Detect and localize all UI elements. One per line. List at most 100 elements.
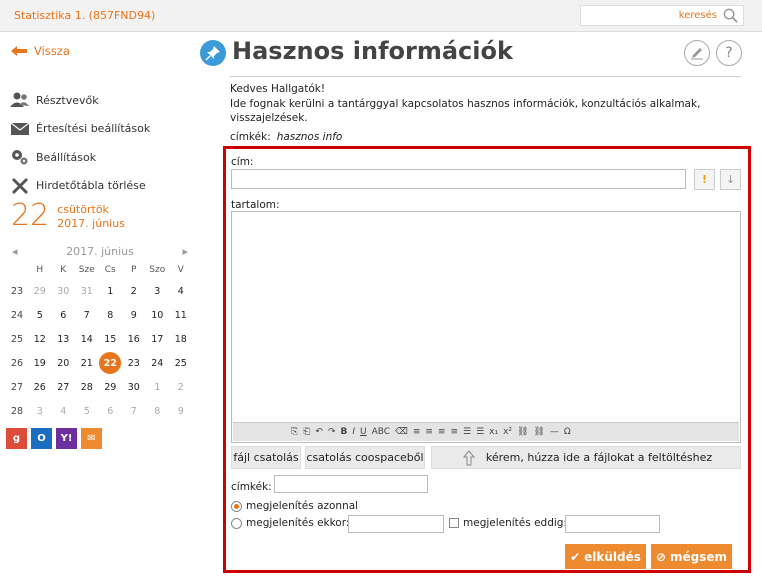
calendar-day[interactable]: 7 [75, 303, 99, 327]
calendar-day[interactable]: 3 [146, 279, 170, 303]
calendar-day[interactable]: 11 [169, 303, 193, 327]
pencil-icon [691, 48, 703, 60]
calendar-day[interactable]: 18 [169, 327, 193, 351]
toolbar-button[interactable]: x₁ [489, 427, 498, 437]
editor-toolbar: ⎘ ⎗ ↶ ↷ B I U ABC ⌫ ≡ ≡ ≡ ≡ ☰ ☰ x₁ x² ⛓ ⛓ — Ω [233, 422, 739, 441]
calendar-day[interactable]: 9 [169, 399, 193, 423]
toolbar-button[interactable]: ⌫ [395, 427, 408, 437]
toolbar-button[interactable]: ABC [372, 427, 390, 437]
calendar-day[interactable]: 30 [122, 375, 146, 399]
toolbar-button[interactable]: — [550, 427, 559, 437]
attach-coospace-button[interactable]: csatolás coospaceből [305, 446, 425, 469]
toolbar-button[interactable]: ≡ [450, 427, 458, 437]
calendar-day[interactable]: 8 [146, 399, 170, 423]
calendar-day[interactable]: 27 [52, 375, 76, 399]
toolbar-button[interactable]: ⎗ [303, 427, 310, 437]
calendar-day[interactable]: 29 [99, 375, 123, 399]
week-number: 23 [10, 285, 24, 297]
sidebar-item-notifications[interactable]: Értesítési beállítások [10, 115, 150, 144]
tags-input[interactable] [274, 475, 428, 493]
cancel-button[interactable]: ⊘ mégsem [651, 544, 732, 569]
calendar-day[interactable]: 9 [122, 303, 146, 327]
help-button[interactable]: ? [716, 40, 742, 66]
sidebar-item-settings[interactable]: Beállítások [10, 143, 150, 172]
toolbar-button[interactable]: ☰ [476, 427, 484, 437]
search-input[interactable]: keresés [580, 5, 744, 26]
file-drop-zone[interactable]: kérem, húzza ide a fájlokat a feltöltésh… [431, 446, 741, 469]
calendar-day[interactable]: 6 [99, 399, 123, 423]
show-until-input[interactable] [565, 515, 660, 533]
back-button[interactable]: Vissza [10, 44, 70, 58]
calendar-day[interactable]: 5 [75, 399, 99, 423]
sidebar-item-participants[interactable]: Résztvevők [10, 86, 150, 115]
toolbar-button[interactable]: ↶ [315, 427, 323, 437]
toolbar-button[interactable]: ≡ [413, 427, 421, 437]
calendar-day[interactable]: 16 [122, 327, 146, 351]
toolbar-button[interactable]: U [360, 427, 367, 437]
tags-value: hasznos info [276, 131, 343, 143]
calendar-day[interactable]: 14 [75, 327, 99, 351]
calendar-day[interactable]: 29 [28, 279, 52, 303]
outlook-icon[interactable]: O [31, 428, 52, 449]
search-placeholder: keresés [678, 10, 717, 21]
toolbar-button[interactable]: ☰ [463, 427, 471, 437]
calendar-day[interactable]: 5 [28, 303, 52, 327]
calendar-day[interactable]: 24 [146, 351, 170, 375]
calendar-day[interactable]: 1 [146, 375, 170, 399]
toolbar-button[interactable]: ⛓ [533, 427, 544, 437]
title-input[interactable] [231, 169, 686, 189]
calendar-day[interactable]: 31 [75, 279, 99, 303]
toolbar-button[interactable]: I [352, 427, 355, 437]
google-icon[interactable]: g [6, 428, 27, 449]
toolbar-button[interactable]: ⛓ [517, 427, 528, 437]
calendar-day[interactable]: 1 [99, 279, 123, 303]
calendar-day[interactable]: 25 [169, 351, 193, 375]
calendar-day[interactable]: 21 [75, 351, 99, 375]
calendar-day[interactable]: 20 [52, 351, 76, 375]
calendar-day[interactable]: 23 [122, 351, 146, 375]
radio-show-now[interactable] [231, 501, 242, 512]
calendar-day[interactable]: 19 [28, 351, 52, 375]
submit-button[interactable]: ✔ elküldés [565, 544, 646, 569]
calendar-day[interactable]: 6 [52, 303, 76, 327]
calendar-day[interactable]: 4 [169, 279, 193, 303]
calendar-day[interactable]: 2 [122, 279, 146, 303]
toolbar-button[interactable]: ⎘ [291, 427, 298, 437]
toolbar-button[interactable]: ≡ [425, 427, 433, 437]
prev-month-button[interactable]: ◂ [12, 245, 18, 258]
show-until-checkbox[interactable] [449, 518, 459, 528]
next-month-button[interactable]: ▸ [182, 245, 188, 258]
calendar-day[interactable]: 3 [28, 399, 52, 423]
calendar-day[interactable]: 30 [52, 279, 76, 303]
calendar-day[interactable]: 10 [146, 303, 170, 327]
calendar-day[interactable]: 15 [99, 327, 123, 351]
calendar-day[interactable]: 7 [122, 399, 146, 423]
mail-icon[interactable]: ✉ [81, 428, 102, 449]
search-icon[interactable] [722, 7, 739, 24]
toolbar-button[interactable]: Ω [564, 427, 571, 437]
calendar-day[interactable]: 8 [99, 303, 123, 327]
edit-button[interactable] [684, 40, 710, 66]
calendar-day[interactable]: 28 [75, 375, 99, 399]
intro-text: Kedves Hallgatók! Ide fognak kerülni a t… [230, 82, 730, 126]
calendar-today[interactable]: 22 [99, 351, 123, 375]
important-flag-button[interactable]: ! [694, 169, 715, 190]
calendar-day[interactable]: 2 [169, 375, 193, 399]
toolbar-button[interactable]: B [341, 427, 348, 437]
attach-file-button[interactable]: fájl csatolás [231, 446, 301, 469]
calendar-day[interactable]: 12 [28, 327, 52, 351]
app-title[interactable]: Statisztika 1. (857FND94) [14, 9, 155, 22]
show-at-input[interactable] [348, 515, 444, 533]
move-down-button[interactable]: ↓ [720, 169, 741, 190]
calendar-day[interactable]: 17 [146, 327, 170, 351]
toolbar-button[interactable]: ≡ [438, 427, 446, 437]
radio-show-at[interactable] [231, 518, 242, 529]
content-editor[interactable]: ⎘ ⎗ ↶ ↷ B I U ABC ⌫ ≡ ≡ ≡ ≡ ☰ ☰ x₁ x² ⛓ ⛓ — Ω [231, 211, 741, 443]
yahoo-icon[interactable]: Y! [56, 428, 77, 449]
sidebar-item-delete-board[interactable]: Hirdetőtábla törlése [10, 172, 150, 201]
calendar-day[interactable]: 4 [52, 399, 76, 423]
calendar-day[interactable]: 13 [52, 327, 76, 351]
toolbar-button[interactable]: x² [503, 427, 512, 437]
calendar-day[interactable]: 26 [28, 375, 52, 399]
toolbar-button[interactable]: ↷ [328, 427, 336, 437]
